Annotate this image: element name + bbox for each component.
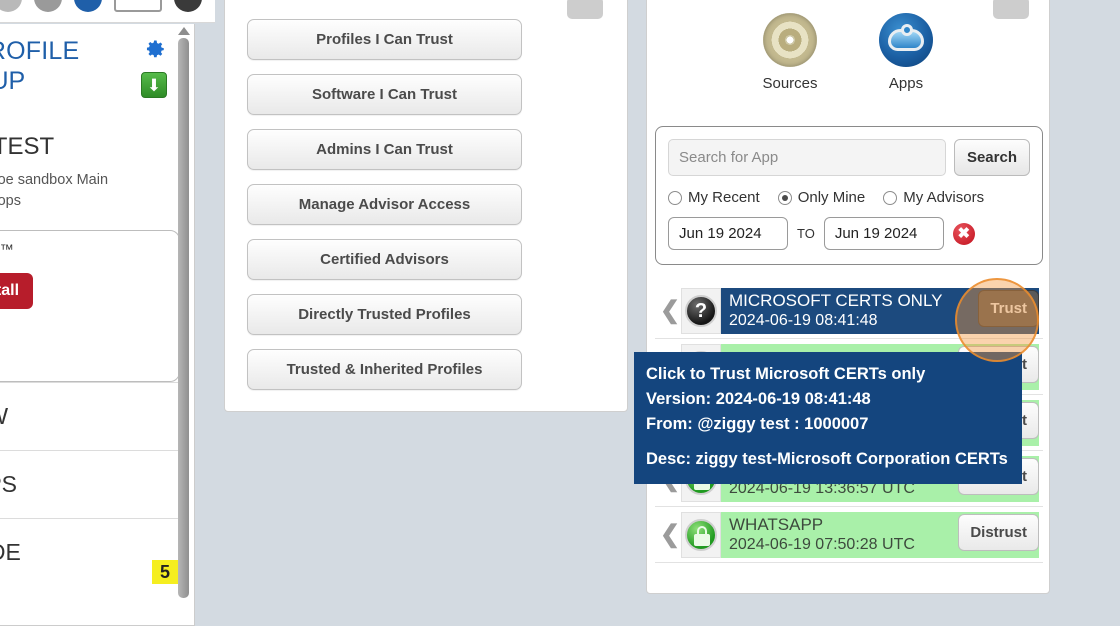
sidebar-item-view[interactable]: EW: [0, 382, 180, 450]
tooltip-line-2: Version: 2024-06-19 08:41:48: [646, 390, 871, 408]
radio-only-mine-label: Only Mine: [797, 189, 866, 206]
circle-icon-2: [34, 0, 62, 12]
table-row[interactable]: ❮ ? MICROSOFT CERTS ONLY 2024-06-19 08:4…: [655, 283, 1043, 339]
circle-icon-1: [0, 0, 22, 12]
manage-advisor-access-button[interactable]: Manage Advisor Access: [247, 184, 522, 225]
directly-trusted-profiles-button[interactable]: Directly Trusted Profiles: [247, 294, 522, 335]
sidebar-item-view-label: EW: [0, 403, 8, 429]
clear-dates-icon[interactable]: ✖: [952, 222, 975, 245]
app-name: WHATSAPP: [729, 514, 824, 534]
gear-icon[interactable]: [141, 34, 167, 60]
row-icon-cell: ?: [681, 287, 721, 334]
chevron-left-icon[interactable]: ❮: [659, 520, 681, 549]
sidebar-scrollbar[interactable]: [177, 27, 190, 625]
scroll-up-arrow-icon[interactable]: [177, 27, 190, 35]
sidebar-install-card: ng™ l and Install ode: [0, 230, 180, 382]
app-timestamp: 2024-06-19 07:50:28 UTC: [729, 535, 915, 553]
sidebar-item-apps[interactable]: PPS: [0, 450, 180, 518]
date-to-label: TO: [797, 226, 815, 241]
trust-button[interactable]: Trust: [978, 289, 1039, 327]
trust-tooltip: Click to Trust Microsoft CERTs only Vers…: [634, 352, 1022, 484]
table-row[interactable]: ❮ WHATSAPP 2024-06-19 07:50:28 UTC Distr…: [655, 507, 1043, 563]
circle-icon-5: [174, 0, 202, 12]
sidebar-item-apps-label: PPS: [0, 471, 18, 497]
trademark-label: ng™: [0, 241, 14, 257]
distrust-button[interactable]: Distrust: [958, 513, 1039, 551]
row-content-selected[interactable]: MICROSOFT CERTS ONLY 2024-06-19 08:41:48…: [721, 287, 1039, 334]
center-panel-tab-button[interactable]: [567, 0, 603, 19]
search-filter-box: Search for App Search My Recent Only Min…: [655, 126, 1043, 265]
radio-my-advisors-label: My Advisors: [903, 189, 985, 206]
radio-my-advisors[interactable]: [883, 190, 898, 205]
square-icon-4: [114, 0, 162, 12]
center-panel: Profiles I Can Trust Software I Can Trus…: [224, 0, 628, 412]
app-name: MICROSOFT CERTS ONLY: [729, 290, 943, 310]
category-apps[interactable]: Apps: [870, 13, 942, 92]
sidebar-subtitle-line2: esktops: [0, 193, 21, 209]
chrome-icon-group: [0, 0, 202, 12]
question-mark-icon: ?: [685, 294, 717, 327]
tooltip-line-1: Click to Trust Microsoft CERTs only: [646, 365, 926, 383]
row-icon-cell: [681, 511, 721, 558]
screen-root: PROFILE OUP 4 Y TEST x :: joe sandbox Ma…: [0, 0, 1120, 626]
date-to-input[interactable]: Jun 19 2024: [823, 217, 944, 250]
date-from-input[interactable]: Jun 19 2024: [668, 217, 788, 250]
sources-disc-icon: [763, 13, 817, 67]
lock-icon: [685, 518, 717, 551]
sidebar-subtitle-line1: x :: joe sandbox Main: [0, 172, 109, 188]
date-range-row: Jun 19 2024 TO Jun 19 2024 ✖: [668, 217, 1030, 250]
row-content-trusted[interactable]: WHATSAPP 2024-06-19 07:50:28 UTC Distrus…: [721, 511, 1039, 558]
right-panel: Sources Apps Search for App Search My Re…: [646, 0, 1050, 594]
search-input[interactable]: Search for App: [668, 139, 946, 176]
tooltip-line-4: Desc: ziggy test-Microsoft Corporation C…: [646, 450, 1008, 468]
left-sidebar-panel: PROFILE OUP 4 Y TEST x :: joe sandbox Ma…: [0, 24, 195, 626]
apps-cloud-icon: [879, 13, 933, 67]
profiles-i-can-trust-button[interactable]: Profiles I Can Trust: [247, 19, 522, 60]
sidebar-item-code[interactable]: ODE 5: [0, 518, 180, 586]
search-button[interactable]: Search: [953, 139, 1030, 176]
software-i-can-trust-button[interactable]: Software I Can Trust: [247, 74, 522, 115]
category-icon-row: Sources Apps: [647, 13, 1049, 92]
download-icon[interactable]: ⬇: [141, 72, 167, 98]
sidebar-item-code-label: ODE: [0, 539, 21, 565]
admins-i-can-trust-button[interactable]: Admins I Can Trust: [247, 129, 522, 170]
certified-advisors-button[interactable]: Certified Advisors: [247, 239, 522, 280]
trusted-and-inherited-profiles-button[interactable]: Trusted & Inherited Profiles: [247, 349, 522, 390]
radio-my-recent[interactable]: [668, 190, 682, 205]
tooltip-line-3: From: @ziggy test : 1000007: [646, 415, 869, 433]
radio-my-recent-label: My Recent: [688, 189, 760, 206]
download-and-install-button[interactable]: l and Install: [0, 273, 34, 309]
app-timestamp: 2024-06-19 08:41:48: [729, 311, 878, 329]
chevron-left-icon[interactable]: ❮: [659, 296, 681, 325]
category-sources[interactable]: Sources: [754, 13, 826, 92]
sidebar-title-number: 4: [0, 97, 184, 128]
radio-only-mine[interactable]: [777, 190, 792, 205]
sidebar-title-test: Y TEST: [0, 133, 55, 160]
apps-label: Apps: [888, 75, 924, 92]
scope-radio-group: My Recent Only Mine My Advisors: [668, 189, 1030, 206]
tooltip-spacer: [646, 437, 1010, 447]
browser-chrome-strip: [0, 0, 215, 23]
scrollbar-thumb[interactable]: [178, 38, 189, 598]
sources-label: Sources: [762, 75, 818, 92]
circle-icon-3: [74, 0, 102, 12]
trust-action-button-list: Profiles I Can Trust Software I Can Trus…: [247, 19, 522, 404]
search-row: Search for App Search: [668, 139, 1030, 176]
sidebar-badge-count: 5: [151, 560, 178, 584]
